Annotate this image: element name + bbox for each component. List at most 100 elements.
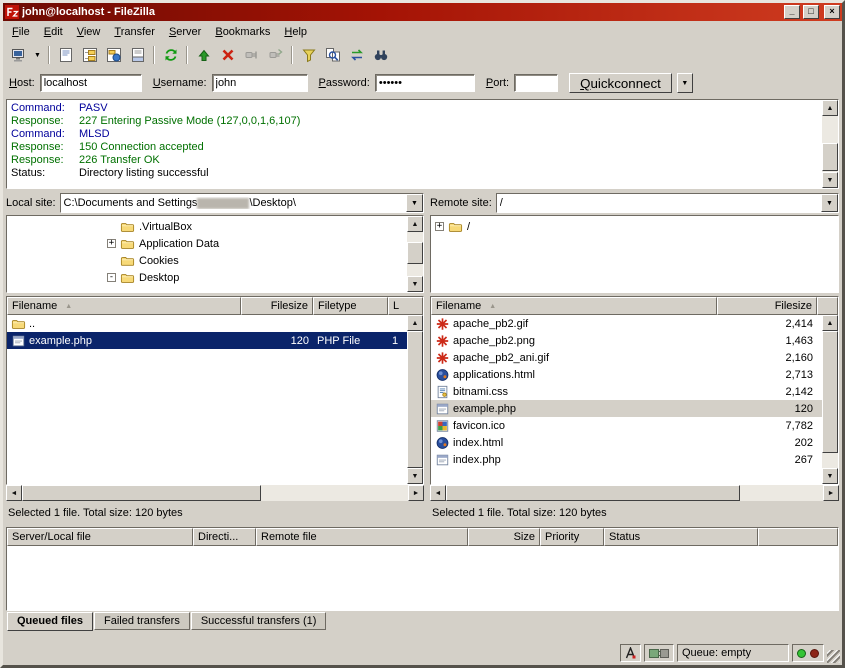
scroll-down-icon[interactable]: ▼ bbox=[822, 172, 838, 188]
menu-help[interactable]: Help bbox=[277, 23, 314, 41]
file-row[interactable]: apache_pb2_ani.gif 2,160 bbox=[431, 349, 822, 366]
tree-expander-icon[interactable]: - bbox=[107, 273, 116, 282]
title-bar[interactable]: john@localhost - FileZilla _ □ × bbox=[3, 3, 842, 21]
file-row[interactable]: bitnami.css 2,142 bbox=[431, 383, 822, 400]
scroll-up-icon[interactable]: ▲ bbox=[407, 216, 423, 232]
local-site-combo[interactable]: C:\Documents and Settings\Desktop\ ▼ bbox=[60, 193, 424, 213]
filter-button[interactable] bbox=[297, 44, 320, 66]
remote-pane: Remote site: / ▼ + / Filename▲ bbox=[430, 191, 839, 521]
quickconnect-dropdown-button[interactable]: ▼ bbox=[677, 73, 693, 93]
username-input[interactable] bbox=[212, 74, 308, 92]
refresh-button[interactable] bbox=[159, 44, 182, 66]
column-header-direction[interactable]: Directi... bbox=[193, 528, 256, 546]
column-header-filename[interactable]: Filename▲ bbox=[431, 297, 717, 315]
toggle-remote-tree-button[interactable] bbox=[102, 44, 125, 66]
toggle-message-log-button[interactable] bbox=[54, 44, 77, 66]
local-selection-status: Selected 1 file. Total size: 120 bytes bbox=[6, 501, 424, 521]
scroll-up-icon[interactable]: ▲ bbox=[822, 315, 838, 331]
tree-item[interactable]: + / bbox=[431, 218, 838, 235]
site-manager-button[interactable] bbox=[7, 44, 30, 66]
file-row[interactable]: index.html 202 bbox=[431, 434, 822, 451]
menu-view[interactable]: View bbox=[70, 23, 108, 41]
column-header-filetype[interactable]: Filetype bbox=[313, 297, 388, 315]
tree-item[interactable]: - Desktop bbox=[7, 269, 407, 286]
file-row[interactable]: apache_pb2.png 1,463 bbox=[431, 332, 822, 349]
tab-successful-transfers[interactable]: Successful transfers (1) bbox=[191, 612, 327, 630]
host-input[interactable] bbox=[40, 74, 142, 92]
minimize-button[interactable]: _ bbox=[784, 5, 800, 19]
local-list-scrollbar[interactable]: ▲ ▼ bbox=[407, 315, 423, 484]
scrollbar-thumb[interactable] bbox=[22, 485, 261, 501]
scroll-up-icon[interactable]: ▲ bbox=[822, 100, 838, 116]
tab-failed-transfers[interactable]: Failed transfers bbox=[94, 612, 190, 630]
local-list-hscrollbar[interactable]: ◄ ► bbox=[6, 485, 424, 501]
column-header-filesize[interactable]: Filesize bbox=[717, 297, 817, 315]
scrollbar-thumb[interactable] bbox=[822, 143, 838, 171]
menu-file[interactable]: File bbox=[5, 23, 37, 41]
resize-grip[interactable] bbox=[827, 650, 840, 663]
scroll-left-icon[interactable]: ◄ bbox=[430, 485, 446, 501]
directory-comparison-button[interactable] bbox=[321, 44, 344, 66]
toggle-local-tree-button[interactable] bbox=[78, 44, 101, 66]
combo-dropdown-icon[interactable]: ▼ bbox=[821, 194, 838, 212]
column-header-status[interactable]: Status bbox=[604, 528, 758, 546]
reconnect-button[interactable] bbox=[264, 44, 287, 66]
toggle-queue-button[interactable] bbox=[126, 44, 149, 66]
tab-queued-files[interactable]: Queued files bbox=[7, 612, 93, 631]
tree-item[interactable]: Cookies bbox=[7, 252, 407, 269]
scroll-right-icon[interactable]: ► bbox=[408, 485, 424, 501]
cancel-button[interactable] bbox=[216, 44, 239, 66]
scroll-down-icon[interactable]: ▼ bbox=[822, 468, 838, 484]
toolbar: ▼ bbox=[3, 42, 842, 68]
scrollbar-thumb[interactable] bbox=[822, 331, 838, 453]
remote-list-scrollbar[interactable]: ▲ ▼ bbox=[822, 315, 838, 484]
menu-server[interactable]: Server bbox=[162, 23, 208, 41]
password-input[interactable] bbox=[375, 74, 475, 92]
scrollbar-thumb[interactable] bbox=[446, 485, 740, 501]
file-row[interactable]: .. bbox=[7, 315, 407, 332]
menu-bookmarks[interactable]: Bookmarks bbox=[208, 23, 277, 41]
scroll-down-icon[interactable]: ▼ bbox=[407, 468, 423, 484]
log-scrollbar[interactable]: ▲ ▼ bbox=[822, 100, 838, 188]
port-input[interactable] bbox=[514, 74, 558, 92]
tree-expander-icon[interactable]: + bbox=[435, 222, 444, 231]
find-button[interactable] bbox=[369, 44, 392, 66]
menu-transfer[interactable]: Transfer bbox=[107, 23, 162, 41]
close-button[interactable]: × bbox=[824, 5, 840, 19]
disconnect-button[interactable] bbox=[240, 44, 263, 66]
tree-item[interactable]: .VirtualBox bbox=[7, 218, 407, 235]
quickconnect-button[interactable]: Quickconnect bbox=[569, 73, 672, 93]
column-header-lastmodified[interactable]: L bbox=[388, 297, 423, 315]
combo-dropdown-icon[interactable]: ▼ bbox=[406, 194, 423, 212]
column-header-size[interactable]: Size bbox=[468, 528, 540, 546]
site-manager-dropdown-button[interactable]: ▼ bbox=[31, 44, 44, 66]
scroll-up-icon[interactable]: ▲ bbox=[407, 315, 423, 331]
remote-site-combo[interactable]: / ▼ bbox=[496, 193, 839, 213]
scrollbar-thumb[interactable] bbox=[407, 331, 423, 468]
file-row[interactable]: applications.html 2,713 bbox=[431, 366, 822, 383]
column-header-filename[interactable]: Filename▲ bbox=[7, 297, 241, 315]
tree-expander-icon[interactable]: + bbox=[107, 239, 116, 248]
scrollbar-thumb[interactable] bbox=[407, 242, 423, 264]
maximize-button[interactable]: □ bbox=[803, 5, 819, 19]
file-row[interactable]: favicon.ico 7,782 bbox=[431, 417, 822, 434]
scroll-left-icon[interactable]: ◄ bbox=[6, 485, 22, 501]
file-row-selected[interactable]: example.php 120 bbox=[431, 400, 822, 417]
column-header-priority[interactable]: Priority bbox=[540, 528, 604, 546]
file-row[interactable]: apache_pb2.gif 2,414 bbox=[431, 315, 822, 332]
tree-item[interactable]: + Application Data bbox=[7, 235, 407, 252]
remote-list-hscrollbar[interactable]: ◄ ► bbox=[430, 485, 839, 501]
menu-edit[interactable]: Edit bbox=[37, 23, 70, 41]
column-header-filesize[interactable]: Filesize bbox=[241, 297, 313, 315]
transfer-type-indicator bbox=[620, 644, 641, 662]
html-file-icon bbox=[435, 368, 450, 382]
scroll-right-icon[interactable]: ► bbox=[823, 485, 839, 501]
file-row-selected[interactable]: example.php 120 PHP File 1 bbox=[7, 332, 407, 349]
synchronized-browsing-button[interactable] bbox=[345, 44, 368, 66]
local-tree-scrollbar[interactable]: ▲ ▼ bbox=[407, 216, 423, 292]
scroll-down-icon[interactable]: ▼ bbox=[407, 276, 423, 292]
column-header-remote-file[interactable]: Remote file bbox=[256, 528, 468, 546]
process-queue-button[interactable] bbox=[192, 44, 215, 66]
file-row[interactable]: index.php 267 bbox=[431, 451, 822, 468]
column-header-server-local-file[interactable]: Server/Local file bbox=[7, 528, 193, 546]
